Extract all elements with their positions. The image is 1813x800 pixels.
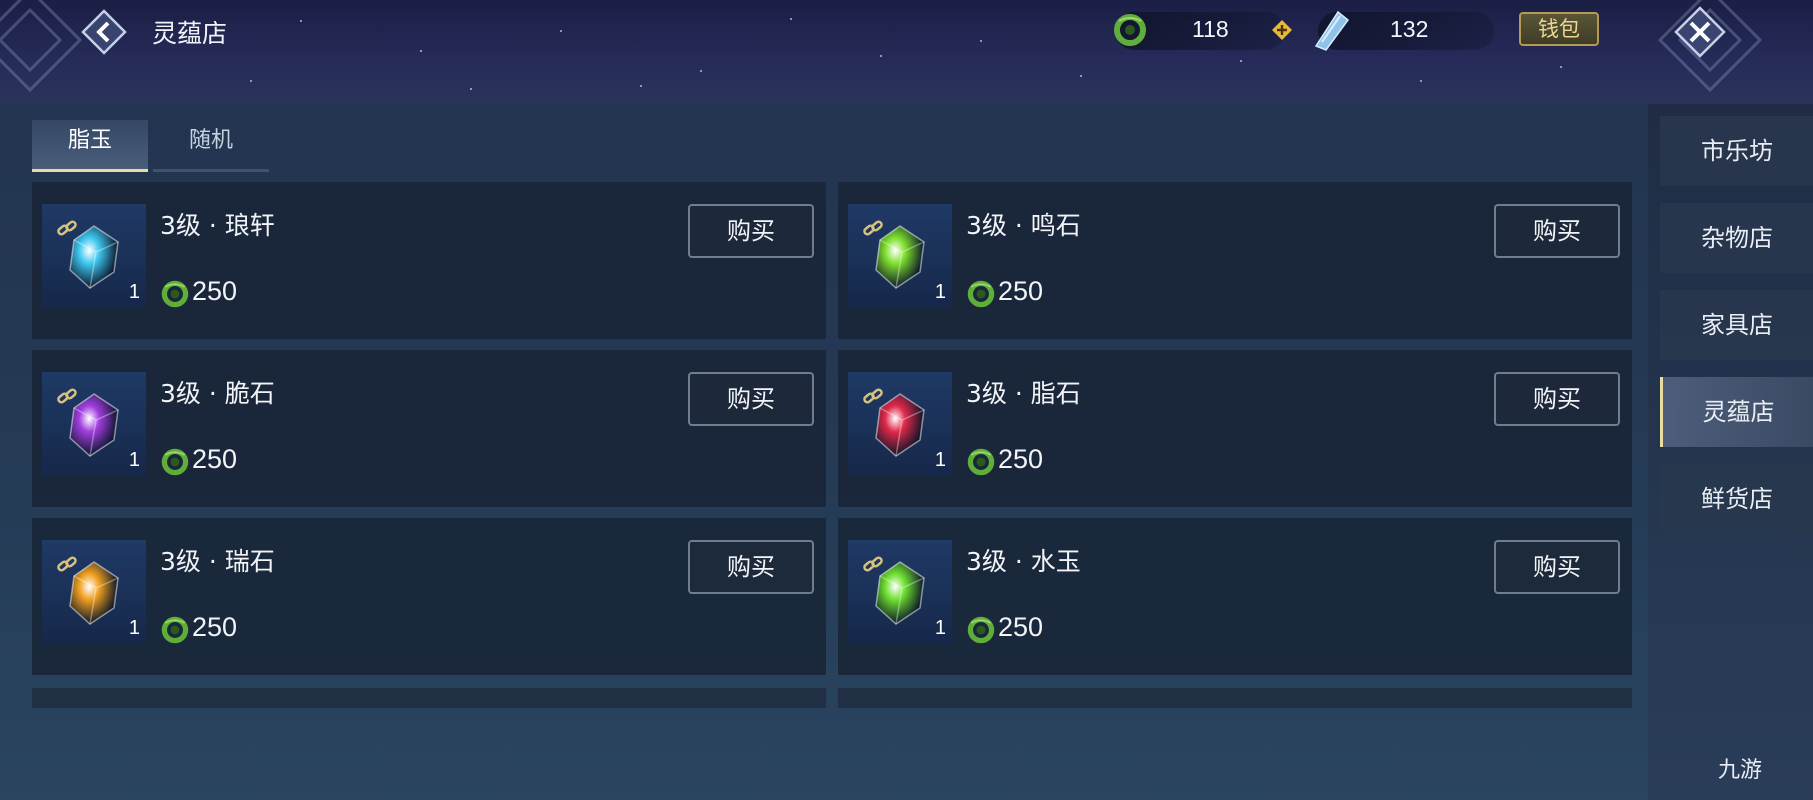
watermark-logo: 九游 xyxy=(1718,757,1763,782)
list-item: 1 3级 · 水玉 250 购买 xyxy=(838,518,1632,675)
sidebar-item-general-store[interactable]: 杂物店 xyxy=(1660,203,1813,273)
item-thumbnail[interactable]: 1 xyxy=(848,204,952,308)
jade-coin-icon xyxy=(161,616,189,644)
crystal-amount: 132 xyxy=(1390,16,1429,42)
list-item-partial xyxy=(838,688,1632,708)
jade-coin-icon xyxy=(161,448,189,476)
sidebar-item-furniture[interactable]: 家具店 xyxy=(1660,290,1813,360)
spirit-crystal-icon xyxy=(1308,6,1352,54)
jade-coin-icon xyxy=(161,280,189,308)
item-quantity: 1 xyxy=(934,281,946,303)
close-icon xyxy=(1674,6,1726,58)
item-price: 250 xyxy=(192,612,238,642)
item-price: 250 xyxy=(192,276,238,306)
buy-button[interactable]: 购买 xyxy=(1494,204,1620,258)
item-quantity: 1 xyxy=(128,449,140,471)
item-thumbnail[interactable]: 1 xyxy=(848,540,952,644)
item-name: 3级 · 瑞石 xyxy=(160,547,275,576)
jade-coin-icon xyxy=(1112,12,1148,48)
top-bar: 灵蕴店 118 132 钱包 xyxy=(0,0,1813,104)
item-name: 3级 · 脆石 xyxy=(160,379,275,408)
jade-amount: 118 xyxy=(1192,16,1229,42)
list-item: 1 3级 · 琅轩 250 购买 xyxy=(32,182,826,339)
bound-link-icon xyxy=(57,220,77,236)
item-price: 250 xyxy=(998,444,1044,474)
back-button[interactable] xyxy=(80,8,128,56)
jade-coin-icon xyxy=(967,616,995,644)
close-button[interactable] xyxy=(1674,6,1726,58)
list-item-partial xyxy=(32,688,826,708)
list-item: 1 3级 · 脆石 250 购买 xyxy=(32,350,826,507)
list-item: 1 3级 · 脂石 250 购买 xyxy=(838,350,1632,507)
bound-link-icon xyxy=(863,556,883,572)
item-thumbnail[interactable]: 1 xyxy=(42,204,146,308)
sidebar-item-market[interactable]: 市乐坊 xyxy=(1660,116,1813,186)
item-thumbnail[interactable]: 1 xyxy=(848,372,952,476)
jade-coin-icon xyxy=(967,280,995,308)
item-price: 250 xyxy=(192,444,238,474)
list-item: 1 3级 · 瑞石 250 购买 xyxy=(32,518,826,675)
add-jade-button[interactable] xyxy=(1270,18,1294,42)
bound-link-icon xyxy=(863,220,883,236)
bound-link-icon xyxy=(57,388,77,404)
item-quantity: 1 xyxy=(934,449,946,471)
list-item: 1 3级 · 鸣石 250 购买 xyxy=(838,182,1632,339)
buy-button[interactable]: 购买 xyxy=(688,540,814,594)
item-quantity: 1 xyxy=(128,617,140,639)
sidebar-item-spirit-shop[interactable]: 灵蕴店 xyxy=(1660,377,1813,447)
buy-button[interactable]: 购买 xyxy=(688,372,814,426)
item-thumbnail[interactable]: 1 xyxy=(42,372,146,476)
tab-jade[interactable]: 脂玉 xyxy=(32,120,148,172)
back-arrow-icon xyxy=(81,9,127,55)
item-price: 250 xyxy=(998,612,1044,642)
plus-icon xyxy=(1272,20,1292,40)
item-thumbnail[interactable]: 1 xyxy=(42,540,146,644)
item-name: 3级 · 脂石 xyxy=(966,379,1081,408)
item-quantity: 1 xyxy=(934,617,946,639)
item-name: 3级 · 鸣石 xyxy=(966,211,1081,240)
buy-button[interactable]: 购买 xyxy=(1494,372,1620,426)
wallet-button[interactable]: 钱包 xyxy=(1519,12,1599,46)
item-price: 250 xyxy=(998,276,1044,306)
buy-button[interactable]: 购买 xyxy=(1494,540,1620,594)
bound-link-icon xyxy=(57,556,77,572)
sidebar-item-fresh-goods[interactable]: 鲜货店 xyxy=(1660,464,1813,534)
item-name: 3级 · 琅轩 xyxy=(160,211,275,240)
page-title: 灵蕴店 xyxy=(152,19,228,48)
jade-coin-icon xyxy=(967,448,995,476)
item-quantity: 1 xyxy=(128,281,140,303)
item-name: 3级 · 水玉 xyxy=(966,547,1081,576)
bound-link-icon xyxy=(863,388,883,404)
buy-button[interactable]: 购买 xyxy=(688,204,814,258)
tab-random[interactable]: 随机 xyxy=(153,120,269,172)
